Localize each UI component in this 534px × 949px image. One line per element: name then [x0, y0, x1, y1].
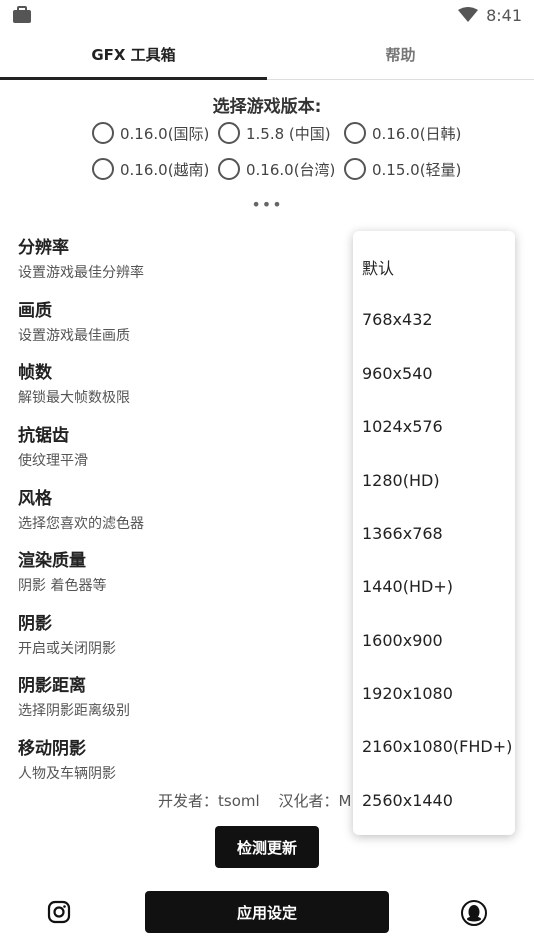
setting-desc: 人物及车辆阴影 — [18, 766, 116, 782]
check-update-button[interactable]: 检测更新 — [215, 826, 319, 868]
setting-moving-shadow[interactable]: 移动阴影 人物及车辆阴影 — [18, 734, 338, 783]
setting-desc: 解锁最大帧数极限 — [18, 390, 130, 406]
radio-circle[interactable] — [92, 158, 114, 180]
setting-desc: 阴影 着色器等 — [18, 578, 107, 594]
apply-settings-button[interactable]: 应用设定 — [145, 891, 389, 933]
resolution-option[interactable]: 1920x1080 — [362, 684, 453, 703]
version-label: 0.15.0(轻量) — [372, 160, 462, 179]
status-bar: 8:41 — [0, 0, 534, 30]
wifi-icon — [458, 7, 479, 22]
setting-quality[interactable]: 画质 设置游戏最佳画质 — [18, 296, 338, 345]
setting-title: 抗锯齿 — [18, 426, 69, 446]
radio-circle[interactable] — [344, 158, 366, 180]
setting-title: 帧数 — [18, 363, 52, 383]
resolution-option[interactable]: 1280(HD) — [362, 471, 440, 490]
setting-antialiasing[interactable]: 抗锯齿 使纹理平滑 — [18, 421, 338, 470]
version-radio-option[interactable]: 1.5.8 (中国) — [218, 122, 338, 144]
setting-shadow[interactable]: 阴影 开启或关闭阴影 — [18, 609, 338, 658]
setting-style[interactable]: 风格 选择您喜欢的滤色器 — [18, 484, 338, 533]
setting-desc: 设置游戏最佳分辨率 — [18, 265, 144, 281]
qq-icon[interactable] — [461, 900, 487, 926]
version-radio-option[interactable]: 0.16.0(台湾) — [218, 158, 338, 180]
version-label: 0.16.0(台湾) — [246, 160, 336, 179]
setting-desc: 使纹理平滑 — [18, 453, 88, 469]
briefcase-icon — [13, 6, 31, 23]
tab-help[interactable]: 帮助 — [267, 30, 534, 79]
version-radio-option[interactable]: 0.16.0(国际) — [92, 122, 212, 144]
version-label: 0.16.0(国际) — [120, 124, 210, 143]
setting-title: 阴影 — [18, 614, 52, 634]
setting-resolution[interactable]: 分辨率 设置游戏最佳分辨率 — [18, 233, 338, 282]
status-time: 8:41 — [486, 5, 522, 25]
resolution-dropdown: 默认 768x432 960x540 1024x576 1280(HD) 136… — [353, 231, 515, 835]
setting-desc: 选择您喜欢的滤色器 — [18, 516, 144, 532]
translator-credit: 汉化者：M — [278, 792, 352, 810]
version-radio-option[interactable]: 0.16.0(日韩) — [344, 122, 464, 144]
resolution-option[interactable]: 1024x576 — [362, 417, 443, 436]
setting-title: 渲染质量 — [18, 551, 86, 571]
developer-credit: 开发者：tsoml — [158, 792, 260, 810]
setting-fps[interactable]: 帧数 解锁最大帧数极限 — [18, 358, 338, 407]
version-radio-row: 0.16.0(国际) 1.5.8 (中国) 0.16.0(日韩) — [92, 122, 464, 144]
setting-title: 移动阴影 — [18, 739, 86, 759]
tab-bar: GFX 工具箱 帮助 — [0, 30, 534, 80]
resolution-option[interactable]: 1440(HD+) — [362, 577, 453, 596]
resolution-option[interactable]: 768x432 — [362, 310, 433, 329]
resolution-option[interactable]: 2560x1440 — [362, 791, 453, 810]
resolution-option[interactable]: 1600x900 — [362, 631, 443, 650]
resolution-option[interactable]: 1366x768 — [362, 524, 443, 543]
setting-desc: 开启或关闭阴影 — [18, 641, 116, 657]
instagram-icon[interactable] — [47, 900, 71, 924]
version-label: 0.16.0(日韩) — [372, 124, 462, 143]
setting-render-quality[interactable]: 渲染质量 阴影 着色器等 — [18, 546, 338, 595]
setting-title: 阴影距离 — [18, 676, 86, 696]
setting-shadow-distance[interactable]: 阴影距离 选择阴影距离级别 — [18, 671, 338, 720]
version-label: 0.16.0(越南) — [120, 160, 210, 179]
version-radio-option[interactable]: 0.15.0(轻量) — [344, 158, 464, 180]
setting-desc: 设置游戏最佳画质 — [18, 328, 130, 344]
tab-gfx-toolbox[interactable]: GFX 工具箱 — [0, 30, 267, 80]
more-indicator: ••• — [251, 195, 283, 214]
version-radio-option[interactable]: 0.16.0(越南) — [92, 158, 212, 180]
version-radio-row: 0.16.0(越南) 0.16.0(台湾) 0.15.0(轻量) — [92, 158, 464, 180]
radio-circle[interactable] — [218, 122, 240, 144]
radio-circle[interactable] — [344, 122, 366, 144]
setting-title: 风格 — [18, 489, 52, 509]
setting-desc: 选择阴影距离级别 — [18, 703, 130, 719]
version-label: 1.5.8 (中国) — [246, 124, 331, 143]
radio-circle[interactable] — [218, 158, 240, 180]
credits: 开发者：tsoml 汉化者：M — [158, 790, 365, 811]
bottom-bar: 应用设定 — [0, 870, 534, 949]
resolution-option[interactable]: 2160x1080(FHD+) — [362, 737, 512, 756]
version-title: 选择游戏版本: — [212, 97, 322, 117]
resolution-option[interactable]: 960x540 — [362, 364, 433, 383]
radio-circle[interactable] — [92, 122, 114, 144]
setting-title: 画质 — [18, 301, 52, 321]
setting-title: 分辨率 — [18, 238, 69, 258]
resolution-option[interactable]: 默认 — [362, 255, 394, 279]
